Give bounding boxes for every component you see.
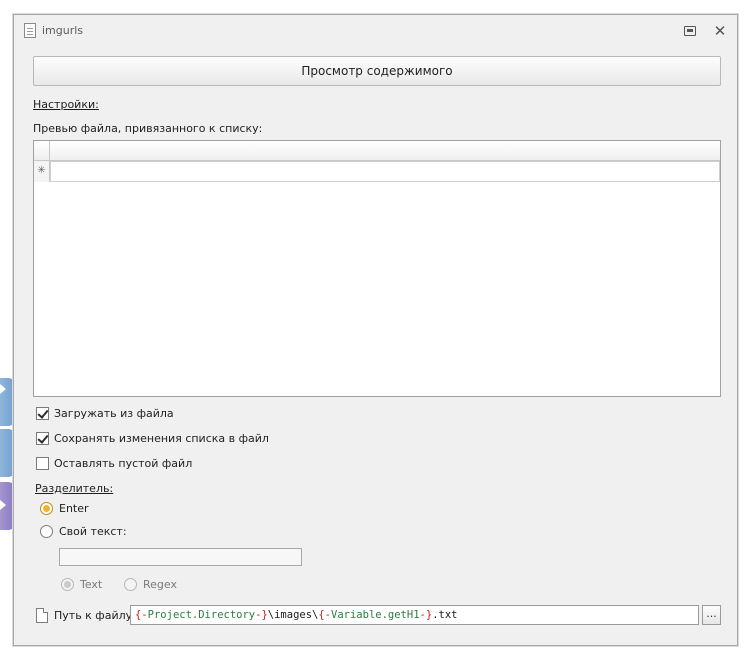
restore-window-icon[interactable]: [684, 26, 696, 36]
document-icon: [24, 23, 36, 38]
radio-dot[interactable]: [40, 524, 53, 538]
path-token-name: Variable.getH1: [331, 609, 420, 621]
radio-label: Regex: [143, 577, 177, 591]
path-token-plain: .txt: [432, 609, 458, 621]
settings-window: imgurls ✕ Просмотр содержимого Настройки…: [13, 14, 738, 646]
radio-dot[interactable]: [61, 577, 74, 591]
separator-enter-radio[interactable]: Enter: [40, 500, 89, 516]
mode-regex-radio[interactable]: Regex: [124, 576, 177, 592]
preview-label: Превью файла, привязанного к списку:: [33, 122, 263, 135]
stage: imgurls ✕ Просмотр содержимого Настройки…: [0, 0, 750, 656]
file-path-label: Путь к файлу: [54, 609, 133, 622]
checkbox-label: Загружать из файла: [54, 406, 174, 420]
custom-separator-input[interactable]: [59, 548, 302, 566]
mode-text-radio[interactable]: Text: [61, 576, 102, 592]
window-title: imgurls: [42, 24, 84, 37]
path-token-brace: {-: [135, 609, 148, 621]
path-token-brace: -}: [419, 609, 433, 621]
radio-label: Enter: [59, 501, 89, 515]
path-token-brace: -}: [255, 609, 268, 621]
file-icon: [36, 608, 48, 623]
grid-new-row[interactable]: ✳: [34, 161, 720, 182]
grid-new-row-cell[interactable]: [50, 161, 720, 182]
file-path-input[interactable]: {-Project.Directory-}\images\{-Variable.…: [130, 605, 699, 625]
browse-button[interactable]: ...: [702, 605, 721, 625]
grid-header: [34, 141, 720, 161]
checkbox-label: Сохранять изменения списка в файл: [54, 431, 269, 445]
list-preview-grid[interactable]: ✳: [33, 140, 721, 397]
settings-link[interactable]: Настройки:: [33, 98, 99, 111]
radio-dot[interactable]: [40, 501, 53, 515]
radio-dot[interactable]: [124, 577, 137, 591]
close-icon[interactable]: ✕: [712, 23, 728, 39]
separator-link[interactable]: Разделитель:: [35, 482, 113, 495]
separator-custom-text-radio[interactable]: Свой текст:: [40, 523, 127, 539]
save-list-changes-checkbox[interactable]: Сохранять изменения списка в файл: [36, 430, 269, 446]
radio-label: Свой текст:: [59, 524, 127, 538]
path-token-brace: {-: [318, 609, 332, 621]
grid-corner[interactable]: [34, 141, 50, 161]
checkbox-box[interactable]: [36, 431, 49, 445]
checkbox-box[interactable]: [36, 406, 49, 420]
keep-empty-file-checkbox[interactable]: Оставлять пустой файл: [36, 455, 192, 471]
checkbox-label: Оставлять пустой файл: [54, 456, 193, 470]
radio-label: Text: [80, 577, 103, 591]
title-bar[interactable]: imgurls ✕: [14, 15, 737, 47]
path-token-name: Project.Directory: [147, 609, 256, 621]
view-contents-button[interactable]: Просмотр содержимого: [33, 56, 721, 86]
load-from-file-checkbox[interactable]: Загружать из файла: [36, 405, 174, 421]
new-row-asterisk-icon: ✳: [34, 161, 50, 182]
path-token-plain: \images\: [267, 609, 319, 621]
checkbox-box[interactable]: [36, 456, 49, 470]
